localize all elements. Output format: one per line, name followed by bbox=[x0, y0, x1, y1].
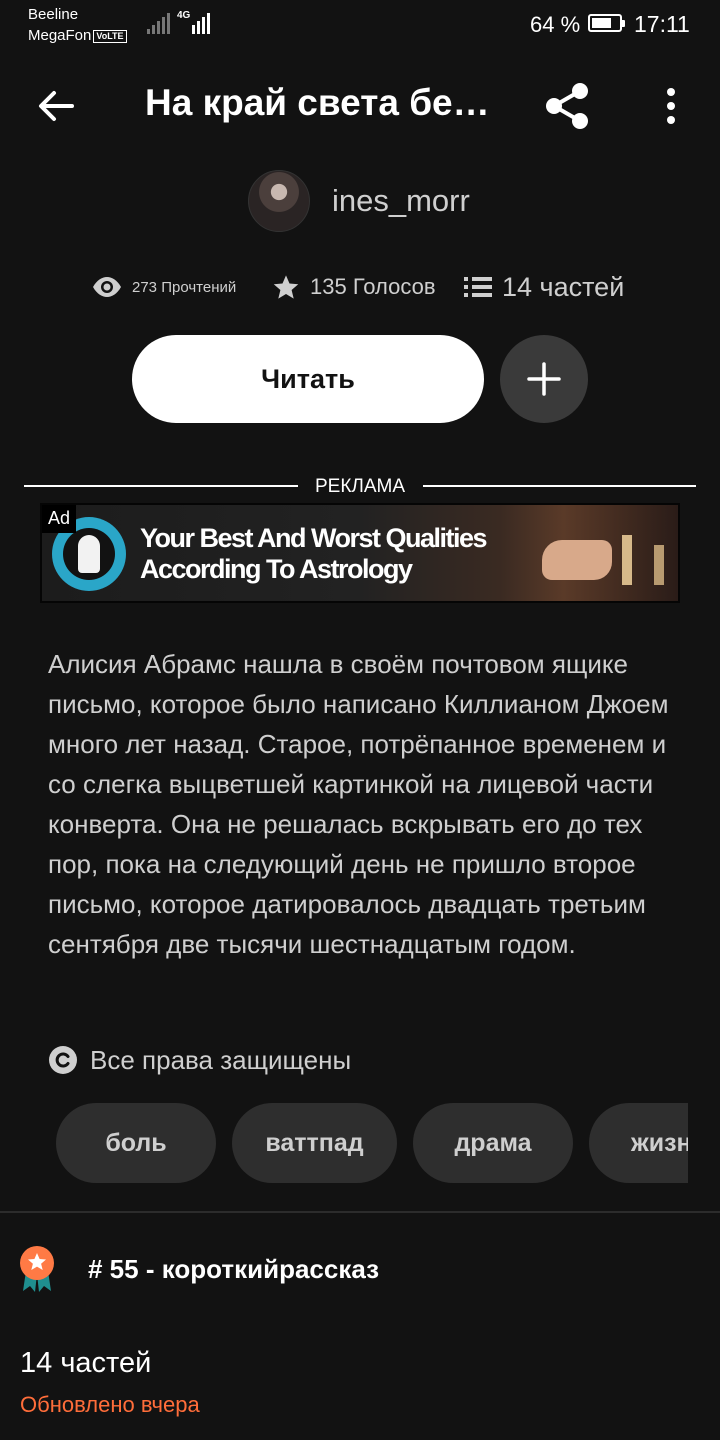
eye-icon bbox=[93, 277, 121, 297]
ad-banner[interactable]: Your Best And Worst Qualities According … bbox=[40, 503, 680, 603]
tag-chip[interactable]: жизнь bbox=[589, 1103, 688, 1183]
signal-strength-2-icon bbox=[192, 12, 210, 34]
divider bbox=[423, 485, 696, 487]
carrier-2: MegaFon VoLTE bbox=[28, 25, 127, 46]
votes-stat: 135 Голосов bbox=[272, 264, 436, 310]
ad-image-candle bbox=[654, 545, 664, 585]
divider bbox=[0, 1211, 720, 1213]
ad-section-header: РЕКЛАМА bbox=[24, 472, 696, 500]
copyright-icon bbox=[49, 1046, 77, 1074]
battery-percent: 64 % bbox=[530, 12, 581, 37]
top-app-bar: На край света бе… bbox=[0, 60, 720, 150]
copyright-text: Все права защищены bbox=[90, 1044, 352, 1075]
carrier-info: Beeline MegaFon VoLTE bbox=[28, 4, 127, 46]
tag-chip[interactable]: боль bbox=[56, 1103, 216, 1183]
parts-stat[interactable]: 14 частей bbox=[464, 264, 624, 310]
plus-icon bbox=[527, 362, 561, 396]
network-type: 4G bbox=[177, 10, 191, 21]
ad-section-label: РЕКЛАМА bbox=[314, 476, 406, 497]
copyright-row: Все права защищены bbox=[48, 1040, 351, 1080]
tag-chip[interactable]: ваттпад bbox=[232, 1103, 397, 1183]
story-title: На край света бе… bbox=[145, 82, 490, 123]
list-icon bbox=[464, 277, 492, 297]
more-vertical-icon[interactable] bbox=[658, 84, 684, 128]
ranking-text: # 55 - короткийрассказ bbox=[88, 1253, 380, 1284]
author-row[interactable]: ines_morr bbox=[248, 170, 470, 232]
tag-chip[interactable]: драма bbox=[413, 1103, 573, 1183]
volte-badge: VoLTE bbox=[93, 29, 127, 43]
story-description: Алисия Абрамс нашла в своём почтовом ящи… bbox=[48, 649, 669, 959]
updated-status: Обновлено вчера bbox=[20, 1392, 200, 1417]
star-icon bbox=[273, 275, 299, 299]
signal-strength-icon bbox=[147, 12, 170, 34]
parts-section-title: 14 частей bbox=[20, 1347, 152, 1379]
parts-count: 14 частей bbox=[502, 271, 625, 302]
reads-stat: 273 Прочтений bbox=[92, 264, 236, 310]
ad-image-hand bbox=[542, 540, 612, 580]
carrier-1: Beeline bbox=[28, 6, 79, 23]
ad-badge: Ad bbox=[42, 505, 77, 533]
ranking-row[interactable]: # 55 - короткийрассказ bbox=[18, 1244, 379, 1294]
votes-count: 135 Голосов bbox=[310, 274, 436, 299]
ad-image-candle bbox=[622, 535, 632, 585]
avatar[interactable] bbox=[248, 170, 310, 232]
status-bar: Beeline MegaFon VoLTE 4G 64 % 17:11 bbox=[0, 0, 720, 50]
ranking-badge-icon bbox=[20, 1246, 54, 1292]
share-icon[interactable] bbox=[542, 80, 594, 132]
add-to-library-button[interactable] bbox=[500, 335, 588, 423]
tags-carousel[interactable]: боль ваттпад драма жизнь bbox=[56, 1103, 688, 1183]
read-button[interactable]: Читать bbox=[132, 335, 484, 423]
back-arrow-icon[interactable] bbox=[36, 86, 76, 126]
author-name[interactable]: ines_morr bbox=[332, 183, 470, 219]
clock: 17:11 bbox=[634, 11, 690, 37]
battery-icon bbox=[588, 14, 625, 32]
reads-count: 273 Прочтений bbox=[132, 278, 237, 296]
ad-headline: Your Best And Worst Qualities According … bbox=[140, 523, 488, 584]
story-stats: 273 Прочтений 135 Голосов 14 частей bbox=[92, 264, 652, 310]
